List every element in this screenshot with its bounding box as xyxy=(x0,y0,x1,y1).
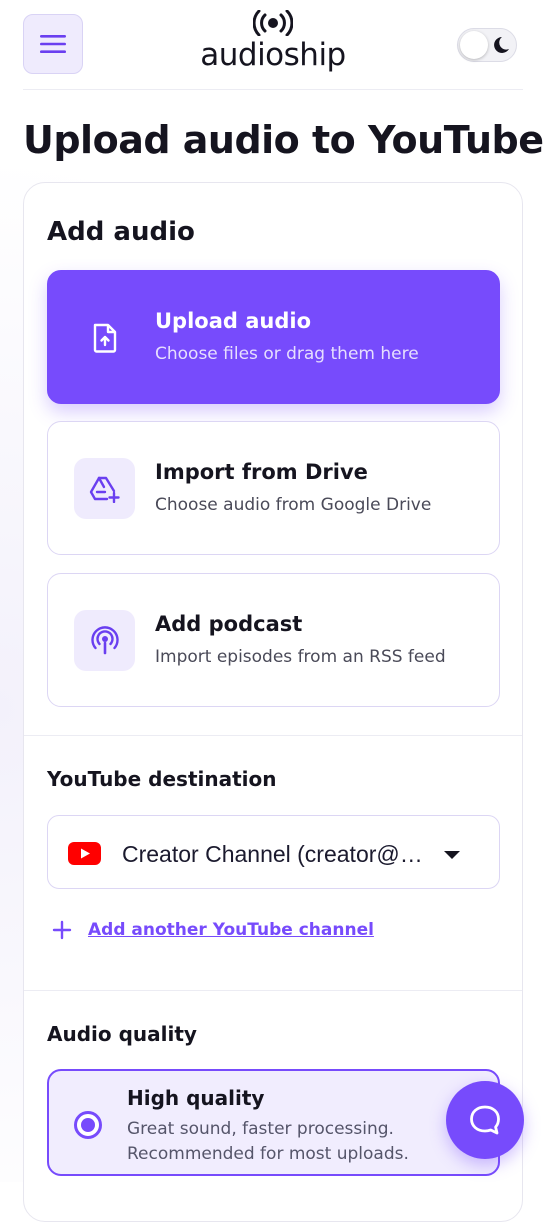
chat-button[interactable] xyxy=(446,1081,524,1159)
section-divider xyxy=(24,990,522,991)
page-title: Upload audio to YouTube xyxy=(23,118,544,162)
high-quality-option[interactable]: High quality Great sound, faster process… xyxy=(47,1069,500,1176)
import-drive-subtitle: Choose audio from Google Drive xyxy=(155,495,432,515)
add-channel-label: Add another YouTube channel xyxy=(88,920,374,940)
channel-select[interactable]: Creator Channel (creator@… xyxy=(47,815,500,889)
podcast-icon xyxy=(90,625,119,654)
add-podcast-title: Add podcast xyxy=(155,612,303,636)
quality-radio[interactable] xyxy=(74,1111,102,1139)
upload-card: Add audio Upload audio Choose files or d… xyxy=(23,182,523,1222)
add-channel-link[interactable]: Add another YouTube channel xyxy=(52,919,374,941)
hamburger-menu-icon xyxy=(40,35,66,53)
podcast-icon-container xyxy=(74,610,135,671)
section-divider xyxy=(24,735,522,736)
toggle-knob xyxy=(460,31,488,59)
high-quality-description: Great sound, faster processing. Recommen… xyxy=(127,1119,409,1164)
brand-logo[interactable]: audioship xyxy=(188,10,358,72)
upload-audio-subtitle: Choose files or drag them here xyxy=(155,344,419,364)
import-drive-title: Import from Drive xyxy=(155,460,368,484)
drive-icon-container xyxy=(74,458,135,519)
menu-button[interactable] xyxy=(23,14,83,74)
chat-bubble-icon xyxy=(470,1105,500,1135)
broadcast-icon xyxy=(253,10,293,36)
quality-heading: Audio quality xyxy=(47,1022,197,1046)
file-upload-icon xyxy=(93,323,116,353)
selected-channel: Creator Channel (creator@… xyxy=(122,841,423,867)
upload-audio-option[interactable]: Upload audio Choose files or drag them h… xyxy=(47,270,500,404)
upload-audio-title: Upload audio xyxy=(155,309,312,333)
brand-name: audioship xyxy=(200,37,346,73)
high-quality-title: High quality xyxy=(127,1086,265,1110)
moon-icon xyxy=(494,37,509,53)
add-podcast-subtitle: Import episodes from an RSS feed xyxy=(155,647,446,667)
google-drive-add-icon xyxy=(89,476,120,503)
add-audio-heading: Add audio xyxy=(47,217,195,247)
radio-selected-dot xyxy=(81,1118,95,1132)
upload-icon-container xyxy=(74,307,135,368)
add-podcast-option[interactable]: Add podcast Import episodes from an RSS … xyxy=(47,573,500,707)
destination-heading: YouTube destination xyxy=(47,767,277,791)
import-drive-option[interactable]: Import from Drive Choose audio from Goog… xyxy=(47,421,500,555)
theme-toggle[interactable] xyxy=(457,28,517,62)
app-header: audioship xyxy=(23,0,523,90)
youtube-icon xyxy=(68,842,101,865)
plus-icon xyxy=(52,920,72,940)
chevron-down-icon xyxy=(444,851,460,859)
